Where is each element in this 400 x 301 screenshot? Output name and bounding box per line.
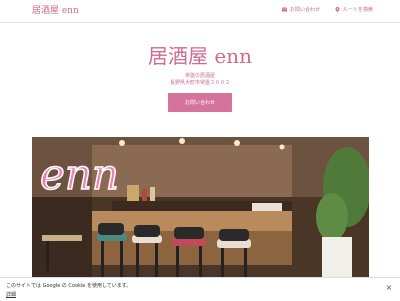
contact-button[interactable]: お問い合わせ <box>168 93 232 112</box>
mail-icon <box>282 7 287 12</box>
hero-title: 居酒屋 enn <box>148 44 252 68</box>
nav-contact-label: お問い合わせ <box>290 7 321 13</box>
interior-illustration: enn <box>32 137 369 277</box>
photo-logo-text: enn <box>40 150 119 199</box>
nav-route-link[interactable]: ルートを検索 <box>335 6 373 13</box>
hero-tagline: 常盤の居酒屋 <box>184 73 215 79</box>
cookie-notice-text: このサイトでは Google の Cookie を使用しています。 <box>6 283 132 289</box>
nav-route-label: ルートを検索 <box>343 7 374 13</box>
site-brand-link[interactable]: 居酒屋 enn <box>32 3 79 16</box>
restaurant-interior-photo: enn <box>32 137 369 277</box>
hero-address: 長野県大町市常盤３６０２ <box>169 80 230 86</box>
nav-contact-link[interactable]: お問い合わせ <box>282 6 320 13</box>
location-pin-icon <box>335 7 340 12</box>
cookie-notice-bar: このサイトでは Google の Cookie を使用しています。 詳細 × <box>0 277 400 301</box>
top-navigation-bar: 居酒屋 enn お問い合わせ ルートを検索 <box>0 0 400 23</box>
close-icon[interactable]: × <box>385 284 393 292</box>
cookie-details-link[interactable]: 詳細 <box>6 291 16 298</box>
